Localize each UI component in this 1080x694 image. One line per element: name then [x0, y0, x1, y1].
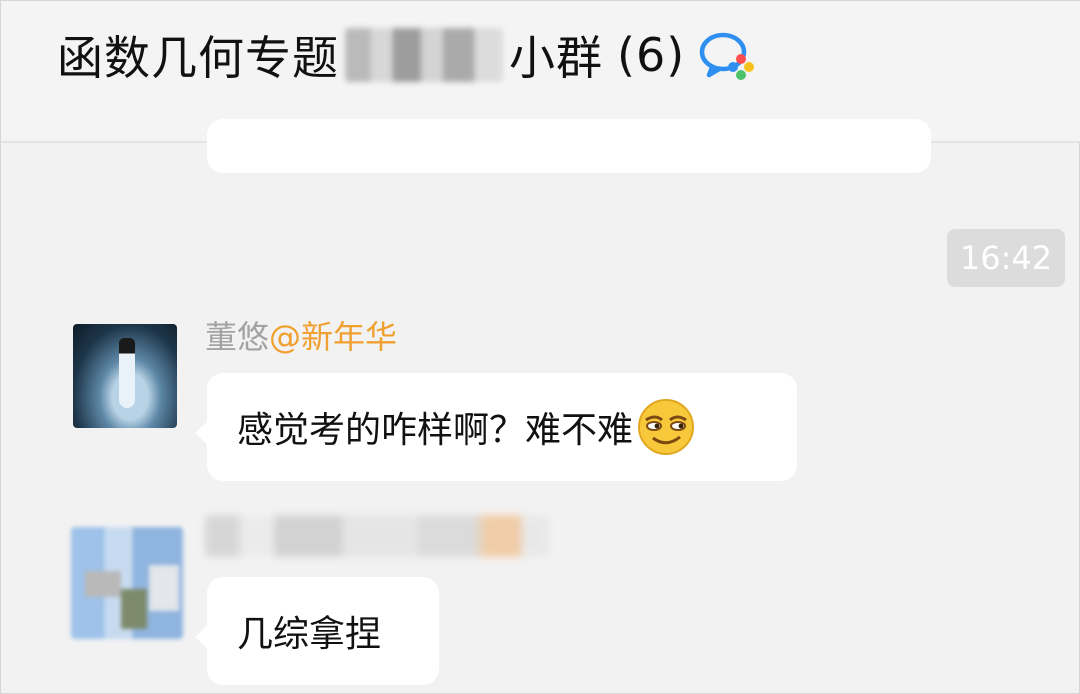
sender-name[interactable]: 董悠 [205, 312, 269, 358]
timestamp: 16:42 [947, 229, 1065, 287]
sender-line: 董悠 @新年华 [205, 311, 397, 359]
previous-message-bubble[interactable] [207, 119, 931, 173]
avatar[interactable] [73, 324, 177, 428]
group-title-prefix: 函数几何专题 [57, 31, 339, 85]
member-count: (6) [617, 28, 686, 82]
avatar-pixel-block [85, 571, 121, 597]
sender-name-blurred[interactable] [205, 515, 549, 557]
message-text: 感觉考的咋样啊？难不难 [237, 410, 634, 451]
smirk-emoji-icon [638, 399, 695, 455]
message-bubble[interactable]: 感觉考的咋样啊？难不难 [195, 373, 797, 481]
blurred-name [345, 28, 503, 82]
group-title[interactable]: 函数几何专题 小群 (6) [57, 15, 759, 95]
group-title-suffix: 小群 [509, 31, 603, 85]
message-text: 几综拿捏 [237, 614, 382, 655]
avatar-figure [119, 338, 135, 408]
chat-window: 函数几何专题 小群 (6) 16:42 董悠 @新年华 感觉考的咋样啊？难不难 [0, 0, 1080, 694]
avatar-pixel-block [121, 589, 147, 629]
avatar-pixel-block [149, 565, 179, 611]
avatar-blurred[interactable] [71, 527, 183, 639]
mention[interactable]: @新年华 [269, 312, 397, 358]
chat-bubble-icon[interactable] [697, 25, 759, 85]
message-bubble[interactable]: 几综拿捏 [195, 577, 439, 685]
